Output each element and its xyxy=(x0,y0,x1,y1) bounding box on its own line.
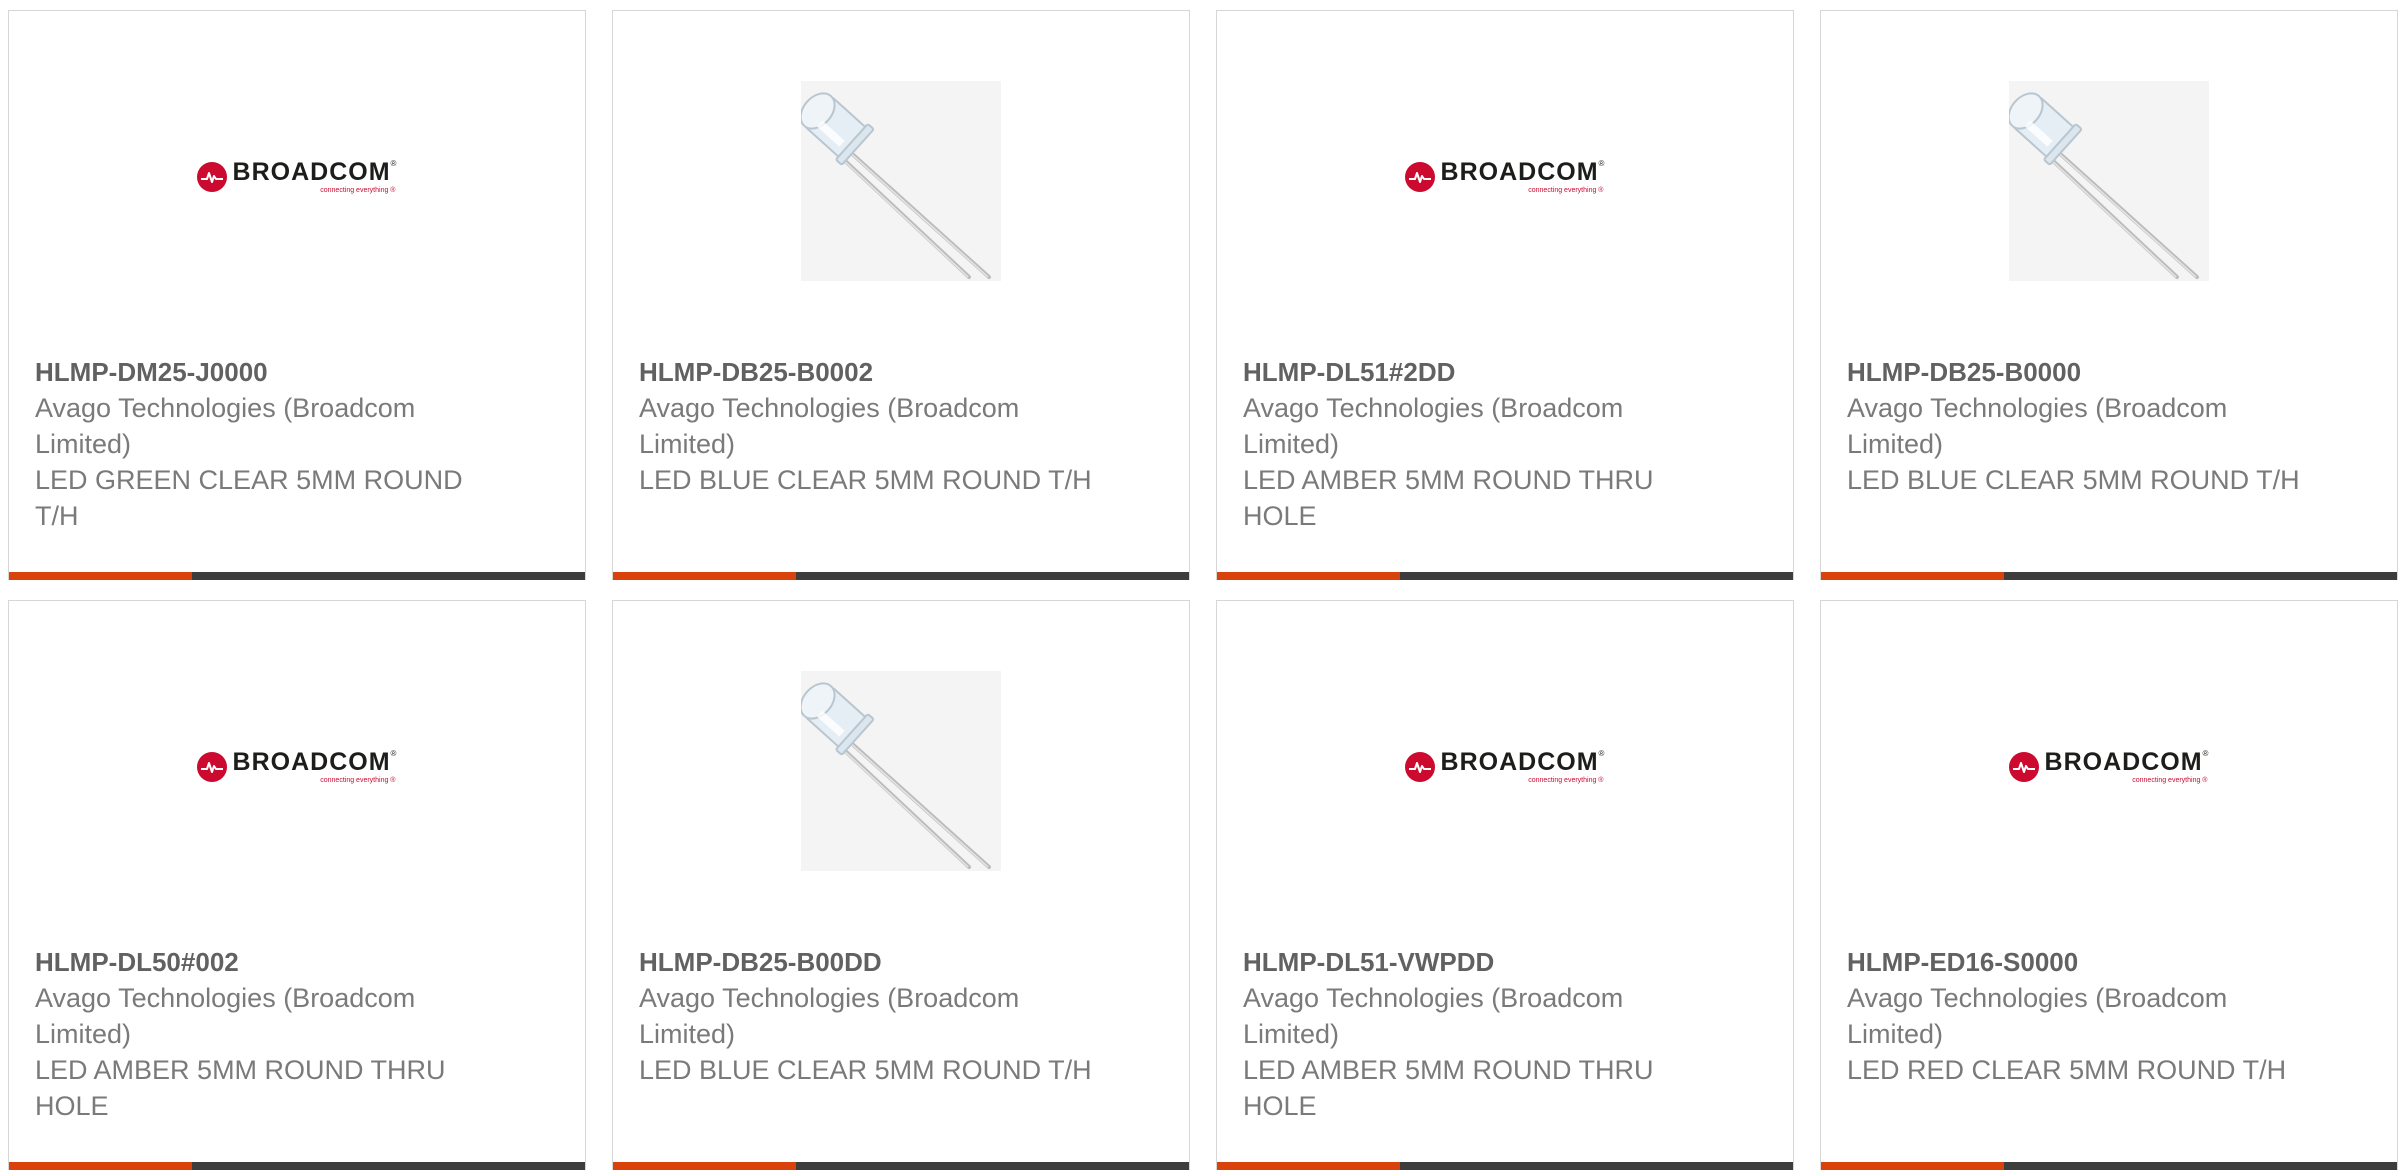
manufacturer: Avago Technologies (Broadcom Limited) xyxy=(35,393,416,459)
part-number[interactable]: HLMP-DL51-VWPDD xyxy=(1243,944,1703,980)
product-card[interactable]: BROADCOM® connecting everything ® HLMP-D… xyxy=(8,10,586,580)
card-accent xyxy=(613,572,796,580)
broadcom-pulse-icon xyxy=(1404,162,1435,192)
description: LED BLUE CLEAR 5MM ROUND T/H xyxy=(639,465,1092,495)
product-card[interactable]: HLMP-DB25-B00DD Avago Technologies (Broa… xyxy=(612,600,1190,1170)
broadcom-logo: BROADCOM® connecting everything ® xyxy=(1404,750,1606,784)
part-number[interactable]: HLMP-DM25-J0000 xyxy=(35,354,495,390)
broadcom-logo: BROADCOM® connecting everything ® xyxy=(196,160,398,194)
description: LED RED CLEAR 5MM ROUND T/H xyxy=(1847,1055,2287,1085)
description: LED AMBER 5MM ROUND THRU HOLE xyxy=(1243,465,1654,531)
card-bottom-bar xyxy=(9,572,585,580)
product-card[interactable]: HLMP-DB25-B0002 Avago Technologies (Broa… xyxy=(612,10,1190,580)
card-bottom-bar xyxy=(9,1162,585,1170)
product-card[interactable]: HLMP-DB25-B0000 Avago Technologies (Broa… xyxy=(1820,10,2398,580)
manufacturer: Avago Technologies (Broadcom Limited) xyxy=(1243,393,1624,459)
product-grid: BROADCOM® connecting everything ® HLMP-D… xyxy=(8,10,2398,1170)
product-image[interactable] xyxy=(613,601,1189,941)
card-accent xyxy=(1217,1162,1400,1170)
product-image[interactable]: BROADCOM® connecting everything ® xyxy=(9,11,585,351)
led-photo xyxy=(801,671,1001,871)
product-info: HLMP-DB25-B0002 Avago Technologies (Broa… xyxy=(639,354,1099,498)
part-number[interactable]: HLMP-DB25-B0002 xyxy=(639,354,1099,390)
manufacturer: Avago Technologies (Broadcom Limited) xyxy=(35,983,416,1049)
product-info: HLMP-DL50#002 Avago Technologies (Broadc… xyxy=(35,944,495,1124)
card-accent xyxy=(1821,572,2004,580)
manufacturer: Avago Technologies (Broadcom Limited) xyxy=(639,983,1020,1049)
description: LED BLUE CLEAR 5MM ROUND T/H xyxy=(639,1055,1092,1085)
broadcom-pulse-icon xyxy=(196,752,227,782)
card-bottom-bar xyxy=(1217,1162,1793,1170)
product-info: HLMP-DM25-J0000 Avago Technologies (Broa… xyxy=(35,354,495,534)
broadcom-logo: BROADCOM® connecting everything ® xyxy=(2008,750,2210,784)
product-image[interactable]: BROADCOM® connecting everything ® xyxy=(9,601,585,941)
product-image[interactable] xyxy=(1821,11,2397,351)
broadcom-pulse-icon xyxy=(1404,752,1435,782)
card-bottom-bar xyxy=(1821,1162,2397,1170)
card-accent xyxy=(9,572,192,580)
broadcom-logo: BROADCOM® connecting everything ® xyxy=(1404,160,1606,194)
part-number[interactable]: HLMP-DL50#002 xyxy=(35,944,495,980)
card-accent xyxy=(1821,1162,2004,1170)
product-card[interactable]: BROADCOM® connecting everything ® HLMP-E… xyxy=(1820,600,2398,1170)
broadcom-logo: BROADCOM® connecting everything ® xyxy=(196,750,398,784)
led-photo xyxy=(2009,81,2209,281)
part-number[interactable]: HLMP-DB25-B0000 xyxy=(1847,354,2307,390)
product-card[interactable]: BROADCOM® connecting everything ® HLMP-D… xyxy=(8,600,586,1170)
product-image[interactable]: BROADCOM® connecting everything ® xyxy=(1821,601,2397,941)
product-info: HLMP-DL51#2DD Avago Technologies (Broadc… xyxy=(1243,354,1703,534)
product-info: HLMP-ED16-S0000 Avago Technologies (Broa… xyxy=(1847,944,2307,1088)
product-image[interactable]: BROADCOM® connecting everything ® xyxy=(1217,11,1793,351)
description: LED AMBER 5MM ROUND THRU HOLE xyxy=(1243,1055,1654,1121)
description: LED BLUE CLEAR 5MM ROUND T/H xyxy=(1847,465,2300,495)
card-bottom-bar xyxy=(613,572,1189,580)
part-number[interactable]: HLMP-ED16-S0000 xyxy=(1847,944,2307,980)
card-accent xyxy=(1217,572,1400,580)
manufacturer: Avago Technologies (Broadcom Limited) xyxy=(1243,983,1624,1049)
product-info: HLMP-DB25-B0000 Avago Technologies (Broa… xyxy=(1847,354,2307,498)
part-number[interactable]: HLMP-DB25-B00DD xyxy=(639,944,1099,980)
part-number[interactable]: HLMP-DL51#2DD xyxy=(1243,354,1703,390)
manufacturer: Avago Technologies (Broadcom Limited) xyxy=(1847,393,2228,459)
card-bottom-bar xyxy=(1821,572,2397,580)
card-accent xyxy=(9,1162,192,1170)
manufacturer: Avago Technologies (Broadcom Limited) xyxy=(639,393,1020,459)
card-accent xyxy=(613,1162,796,1170)
product-info: HLMP-DB25-B00DD Avago Technologies (Broa… xyxy=(639,944,1099,1088)
card-bottom-bar xyxy=(613,1162,1189,1170)
broadcom-pulse-icon xyxy=(2008,752,2039,782)
manufacturer: Avago Technologies (Broadcom Limited) xyxy=(1847,983,2228,1049)
card-bottom-bar xyxy=(1217,572,1793,580)
product-image[interactable]: BROADCOM® connecting everything ® xyxy=(1217,601,1793,941)
product-info: HLMP-DL51-VWPDD Avago Technologies (Broa… xyxy=(1243,944,1703,1124)
description: LED AMBER 5MM ROUND THRU HOLE xyxy=(35,1055,446,1121)
description: LED GREEN CLEAR 5MM ROUND T/H xyxy=(35,465,463,531)
product-image[interactable] xyxy=(613,11,1189,351)
broadcom-pulse-icon xyxy=(196,162,227,192)
led-photo xyxy=(801,81,1001,281)
product-card[interactable]: BROADCOM® connecting everything ® HLMP-D… xyxy=(1216,10,1794,580)
product-card[interactable]: BROADCOM® connecting everything ® HLMP-D… xyxy=(1216,600,1794,1170)
